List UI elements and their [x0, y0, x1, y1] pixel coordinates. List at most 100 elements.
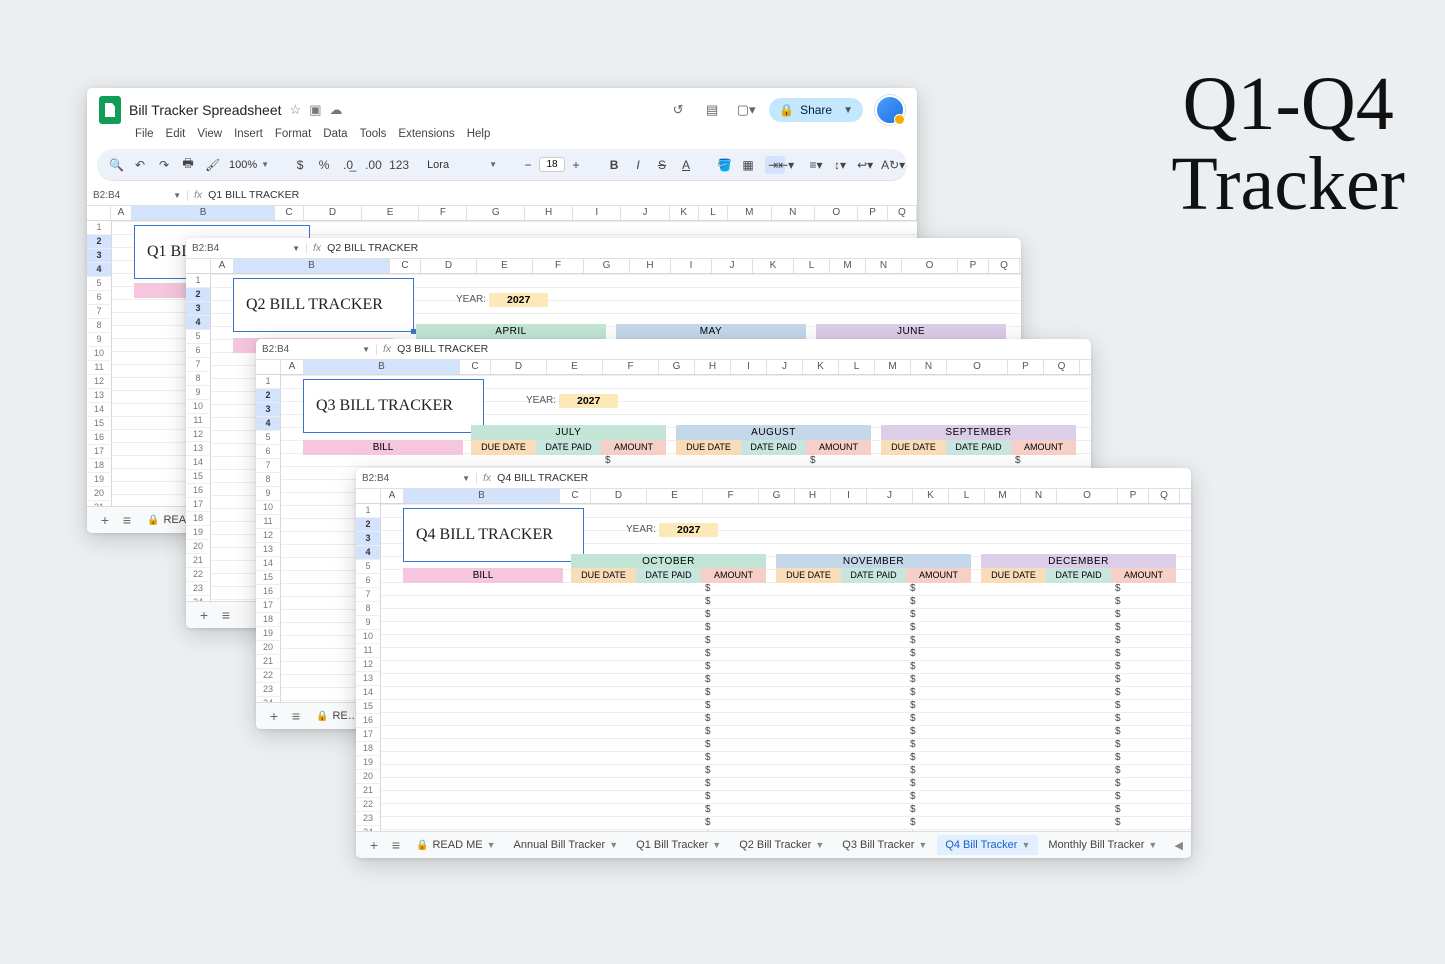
- col-j[interactable]: J: [621, 206, 669, 220]
- col-f[interactable]: F: [533, 259, 584, 273]
- italic-icon[interactable]: I: [631, 158, 645, 172]
- row-header[interactable]: 20: [356, 770, 381, 784]
- row-header[interactable]: 18: [87, 459, 112, 473]
- search-icon[interactable]: 🔍: [109, 158, 123, 172]
- star-icon[interactable]: ☆: [290, 102, 302, 118]
- row-header[interactable]: 5: [87, 277, 112, 291]
- row-header[interactable]: 20: [87, 487, 112, 501]
- row-header[interactable]: 2: [356, 518, 381, 532]
- menu-insert[interactable]: Insert: [234, 128, 263, 140]
- valign-icon[interactable]: ↕▾: [833, 158, 847, 172]
- row-header[interactable]: 2: [87, 235, 112, 249]
- add-sheet-button[interactable]: +: [264, 708, 284, 724]
- row-header[interactable]: 19: [87, 473, 112, 487]
- col-l[interactable]: L: [794, 259, 830, 273]
- col-o[interactable]: O: [902, 259, 958, 273]
- col-p[interactable]: P: [1008, 360, 1044, 374]
- row-header[interactable]: 16: [87, 431, 112, 445]
- amount-cell[interactable]: $: [910, 648, 916, 659]
- amount-cell[interactable]: $: [1115, 609, 1121, 620]
- col-d[interactable]: D: [591, 489, 647, 503]
- col-m[interactable]: M: [728, 206, 771, 220]
- comment-icon[interactable]: ▤: [701, 99, 723, 121]
- col-q[interactable]: Q: [1149, 489, 1180, 503]
- col-n[interactable]: N: [772, 206, 815, 220]
- amount-cell[interactable]: $: [1115, 622, 1121, 633]
- year-value[interactable]: 2027: [659, 523, 718, 537]
- row-header[interactable]: 10: [186, 400, 211, 414]
- row-header[interactable]: 22: [356, 798, 381, 812]
- col-p[interactable]: P: [858, 206, 887, 220]
- fx-value[interactable]: Q2 BILL TRACKER: [327, 242, 418, 254]
- row-header[interactable]: 4: [356, 546, 381, 560]
- col-n[interactable]: N: [866, 259, 902, 273]
- col-m[interactable]: M: [875, 360, 911, 374]
- row-header[interactable]: 18: [256, 613, 281, 627]
- add-sheet-button[interactable]: +: [95, 512, 115, 528]
- col-b[interactable]: B: [304, 360, 460, 374]
- row-header[interactable]: 6: [256, 445, 281, 459]
- menu-format[interactable]: Format: [275, 128, 311, 140]
- row-header[interactable]: 3: [256, 403, 281, 417]
- col-a[interactable]: A: [281, 360, 304, 374]
- row-header[interactable]: 11: [356, 644, 381, 658]
- text-color-icon[interactable]: A: [679, 158, 693, 172]
- amount-cell[interactable]: $: [705, 765, 711, 776]
- amount-cell[interactable]: $: [910, 700, 916, 711]
- row-header[interactable]: 5: [256, 431, 281, 445]
- row-header[interactable]: 8: [186, 372, 211, 386]
- fx-value[interactable]: Q1 BILL TRACKER: [208, 189, 299, 201]
- col-d[interactable]: D: [491, 360, 547, 374]
- col-o[interactable]: O: [815, 206, 858, 220]
- row-header[interactable]: 9: [186, 386, 211, 400]
- rotate-icon[interactable]: A↻▾: [881, 158, 895, 172]
- col-q[interactable]: Q: [989, 259, 1020, 273]
- row-header[interactable]: 7: [87, 305, 112, 319]
- add-sheet-button[interactable]: +: [364, 837, 384, 853]
- amount-cell[interactable]: $: [1115, 635, 1121, 646]
- row-header[interactable]: 5: [356, 560, 381, 574]
- amount-cell[interactable]: $: [910, 687, 916, 698]
- row-header[interactable]: 22: [186, 568, 211, 582]
- year-value[interactable]: 2027: [489, 293, 548, 307]
- col-j[interactable]: J: [767, 360, 803, 374]
- undo-icon[interactable]: ↶: [133, 158, 147, 172]
- name-box[interactable]: B2:B4▼: [256, 344, 377, 355]
- amount-cell[interactable]: $: [1115, 804, 1121, 815]
- menu-edit[interactable]: Edit: [166, 128, 186, 140]
- amount-cell[interactable]: $: [705, 726, 711, 737]
- row-header[interactable]: 21: [186, 554, 211, 568]
- row-header[interactable]: 13: [87, 389, 112, 403]
- col-f[interactable]: F: [419, 206, 467, 220]
- row-header[interactable]: 17: [87, 445, 112, 459]
- row-header[interactable]: 23: [256, 683, 281, 697]
- col-g[interactable]: G: [659, 360, 695, 374]
- amount-cell[interactable]: $: [1115, 765, 1121, 776]
- row-header[interactable]: 13: [356, 672, 381, 686]
- col-c[interactable]: C: [275, 206, 304, 220]
- amount-cell[interactable]: $: [1115, 700, 1121, 711]
- amount-cell[interactable]: $: [705, 596, 711, 607]
- col-a[interactable]: A: [211, 259, 234, 273]
- row-header[interactable]: 1: [356, 504, 381, 518]
- row-header[interactable]: 4: [87, 263, 112, 277]
- row-header[interactable]: 12: [256, 529, 281, 543]
- amount-cell[interactable]: $: [910, 661, 916, 672]
- amount-cell[interactable]: $: [705, 791, 711, 802]
- row-header[interactable]: 7: [186, 358, 211, 372]
- row-header[interactable]: 11: [256, 515, 281, 529]
- col-f[interactable]: F: [703, 489, 759, 503]
- amount-cell[interactable]: $: [705, 713, 711, 724]
- row-header[interactable]: 9: [256, 487, 281, 501]
- col-m[interactable]: M: [985, 489, 1021, 503]
- amount-cell[interactable]: $: [705, 583, 711, 594]
- amount-cell[interactable]: $: [705, 804, 711, 815]
- row-header[interactable]: 8: [256, 473, 281, 487]
- row-header[interactable]: 14: [186, 456, 211, 470]
- row-header[interactable]: 5: [186, 330, 211, 344]
- menu-tools[interactable]: Tools: [360, 128, 387, 140]
- row-header[interactable]: 10: [87, 347, 112, 361]
- amount-cell[interactable]: $: [1115, 661, 1121, 672]
- row-header[interactable]: 17: [256, 599, 281, 613]
- column-headers[interactable]: A B C D E F G H I J K L M N O P Q: [186, 259, 1021, 274]
